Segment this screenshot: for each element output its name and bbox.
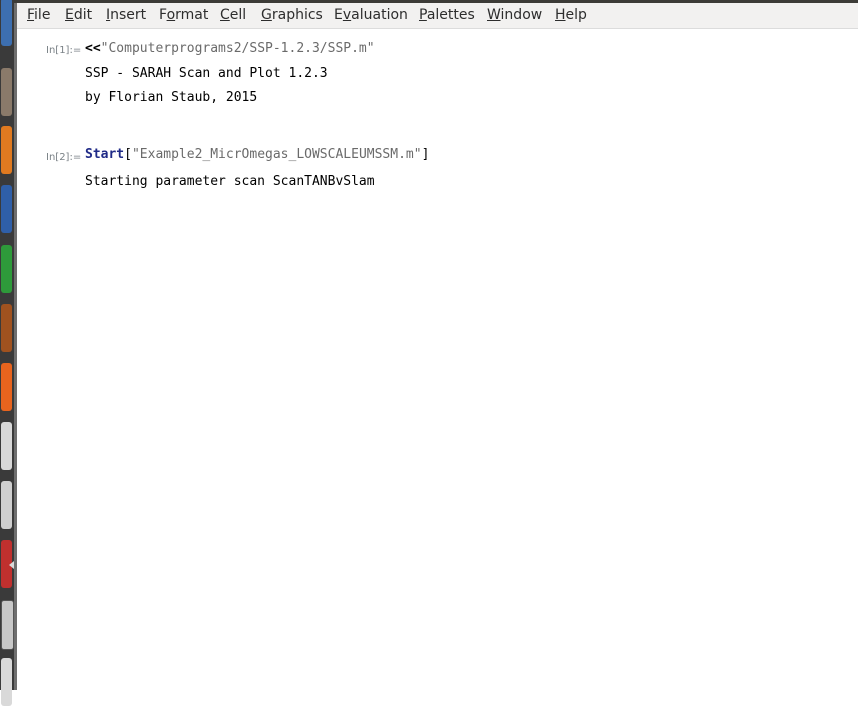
menu-palettes[interactable]: Palettes: [419, 7, 475, 23]
writer-icon[interactable]: [1, 185, 12, 233]
firefox-icon[interactable]: [1, 126, 12, 174]
menu-evaluation-mnemonic: v: [342, 7, 352, 23]
dash-icon[interactable]: [1, 0, 12, 46]
menu-format[interactable]: Format: [159, 7, 208, 23]
impress-icon[interactable]: [1, 304, 12, 352]
software-center-icon[interactable]: [1, 363, 12, 411]
menu-edit[interactable]: Edit: [65, 7, 92, 23]
input-cell-1[interactable]: <<"Computerprograms2/SSP-1.2.3/SSP.m": [85, 41, 375, 56]
menu-evaluation-first: E: [334, 7, 343, 23]
menu-help[interactable]: Help: [555, 7, 587, 23]
get-operator: <<: [85, 41, 101, 56]
trash-icon[interactable]: [1, 658, 12, 706]
calc-icon[interactable]: [1, 245, 12, 293]
menu-insert[interactable]: Insert: [106, 7, 146, 23]
menu-graphics[interactable]: Graphics: [261, 7, 323, 23]
menu-file-mnemonic: F: [27, 7, 35, 23]
menu-file[interactable]: File: [27, 7, 50, 23]
menu-insert-label: nsert: [110, 7, 147, 23]
input-2-string: "Example2_MicrOmegas_LOWSCALEUMSSM.m": [131, 147, 422, 162]
menu-evaluation[interactable]: Evaluation: [334, 7, 408, 23]
menu-file-label: ile: [34, 7, 51, 23]
input-label-1: In[1]:=: [46, 45, 82, 56]
print-cell-1b: by Florian Staub, 2015: [85, 90, 258, 105]
menu-window-label: indow: [500, 7, 543, 23]
notebook-area[interactable]: In[1]:= <<"Computerprograms2/SSP-1.2.3/S…: [17, 29, 858, 690]
input-label-2: In[2]:=: [46, 152, 82, 163]
input-1-string: "Computerprograms2/SSP-1.2.3/SSP.m": [100, 41, 375, 56]
menu-edit-mnemonic: E: [65, 7, 74, 23]
close-bracket: ]: [421, 147, 430, 162]
start-function: Start: [85, 147, 125, 162]
menu-help-label: elp: [565, 7, 587, 23]
print-cell-2: Starting parameter scan ScanTANBvSlam: [85, 174, 375, 189]
menu-format-label: rmat: [175, 7, 209, 23]
menu-cell-label: ell: [229, 7, 247, 23]
settings-icon[interactable]: [1, 481, 12, 529]
menu-cell-mnemonic: C: [220, 7, 230, 23]
files-icon[interactable]: [1, 68, 12, 116]
menu-palettes-mnemonic: P: [419, 7, 427, 23]
menu-cell[interactable]: Cell: [220, 7, 246, 23]
text-editor-icon[interactable]: [1, 422, 12, 470]
print-cell-1a: SSP - SARAH Scan and Plot 1.2.3: [85, 66, 328, 81]
menu-bar: File Edit Insert Format Cell Graphics Ev…: [17, 3, 858, 29]
menu-edit-label: dit: [73, 7, 93, 23]
menu-graphics-label: raphics: [271, 7, 323, 23]
menu-format-mnemonic: o: [166, 7, 176, 23]
menu-window-mnemonic: W: [487, 7, 501, 23]
menu-evaluation-label: aluation: [351, 7, 408, 23]
terminal-icon[interactable]: [1, 600, 14, 650]
menu-graphics-mnemonic: G: [261, 7, 272, 23]
menu-palettes-label: alettes: [426, 7, 475, 23]
menu-help-mnemonic: H: [555, 7, 566, 23]
open-bracket: [: [124, 147, 132, 162]
menu-window[interactable]: Window: [487, 7, 542, 23]
input-cell-2[interactable]: Start["Example2_MicrOmegas_LOWSCALEUMSSM…: [85, 147, 429, 162]
menu-format-first: F: [159, 7, 167, 23]
launcher: [0, 0, 14, 706]
